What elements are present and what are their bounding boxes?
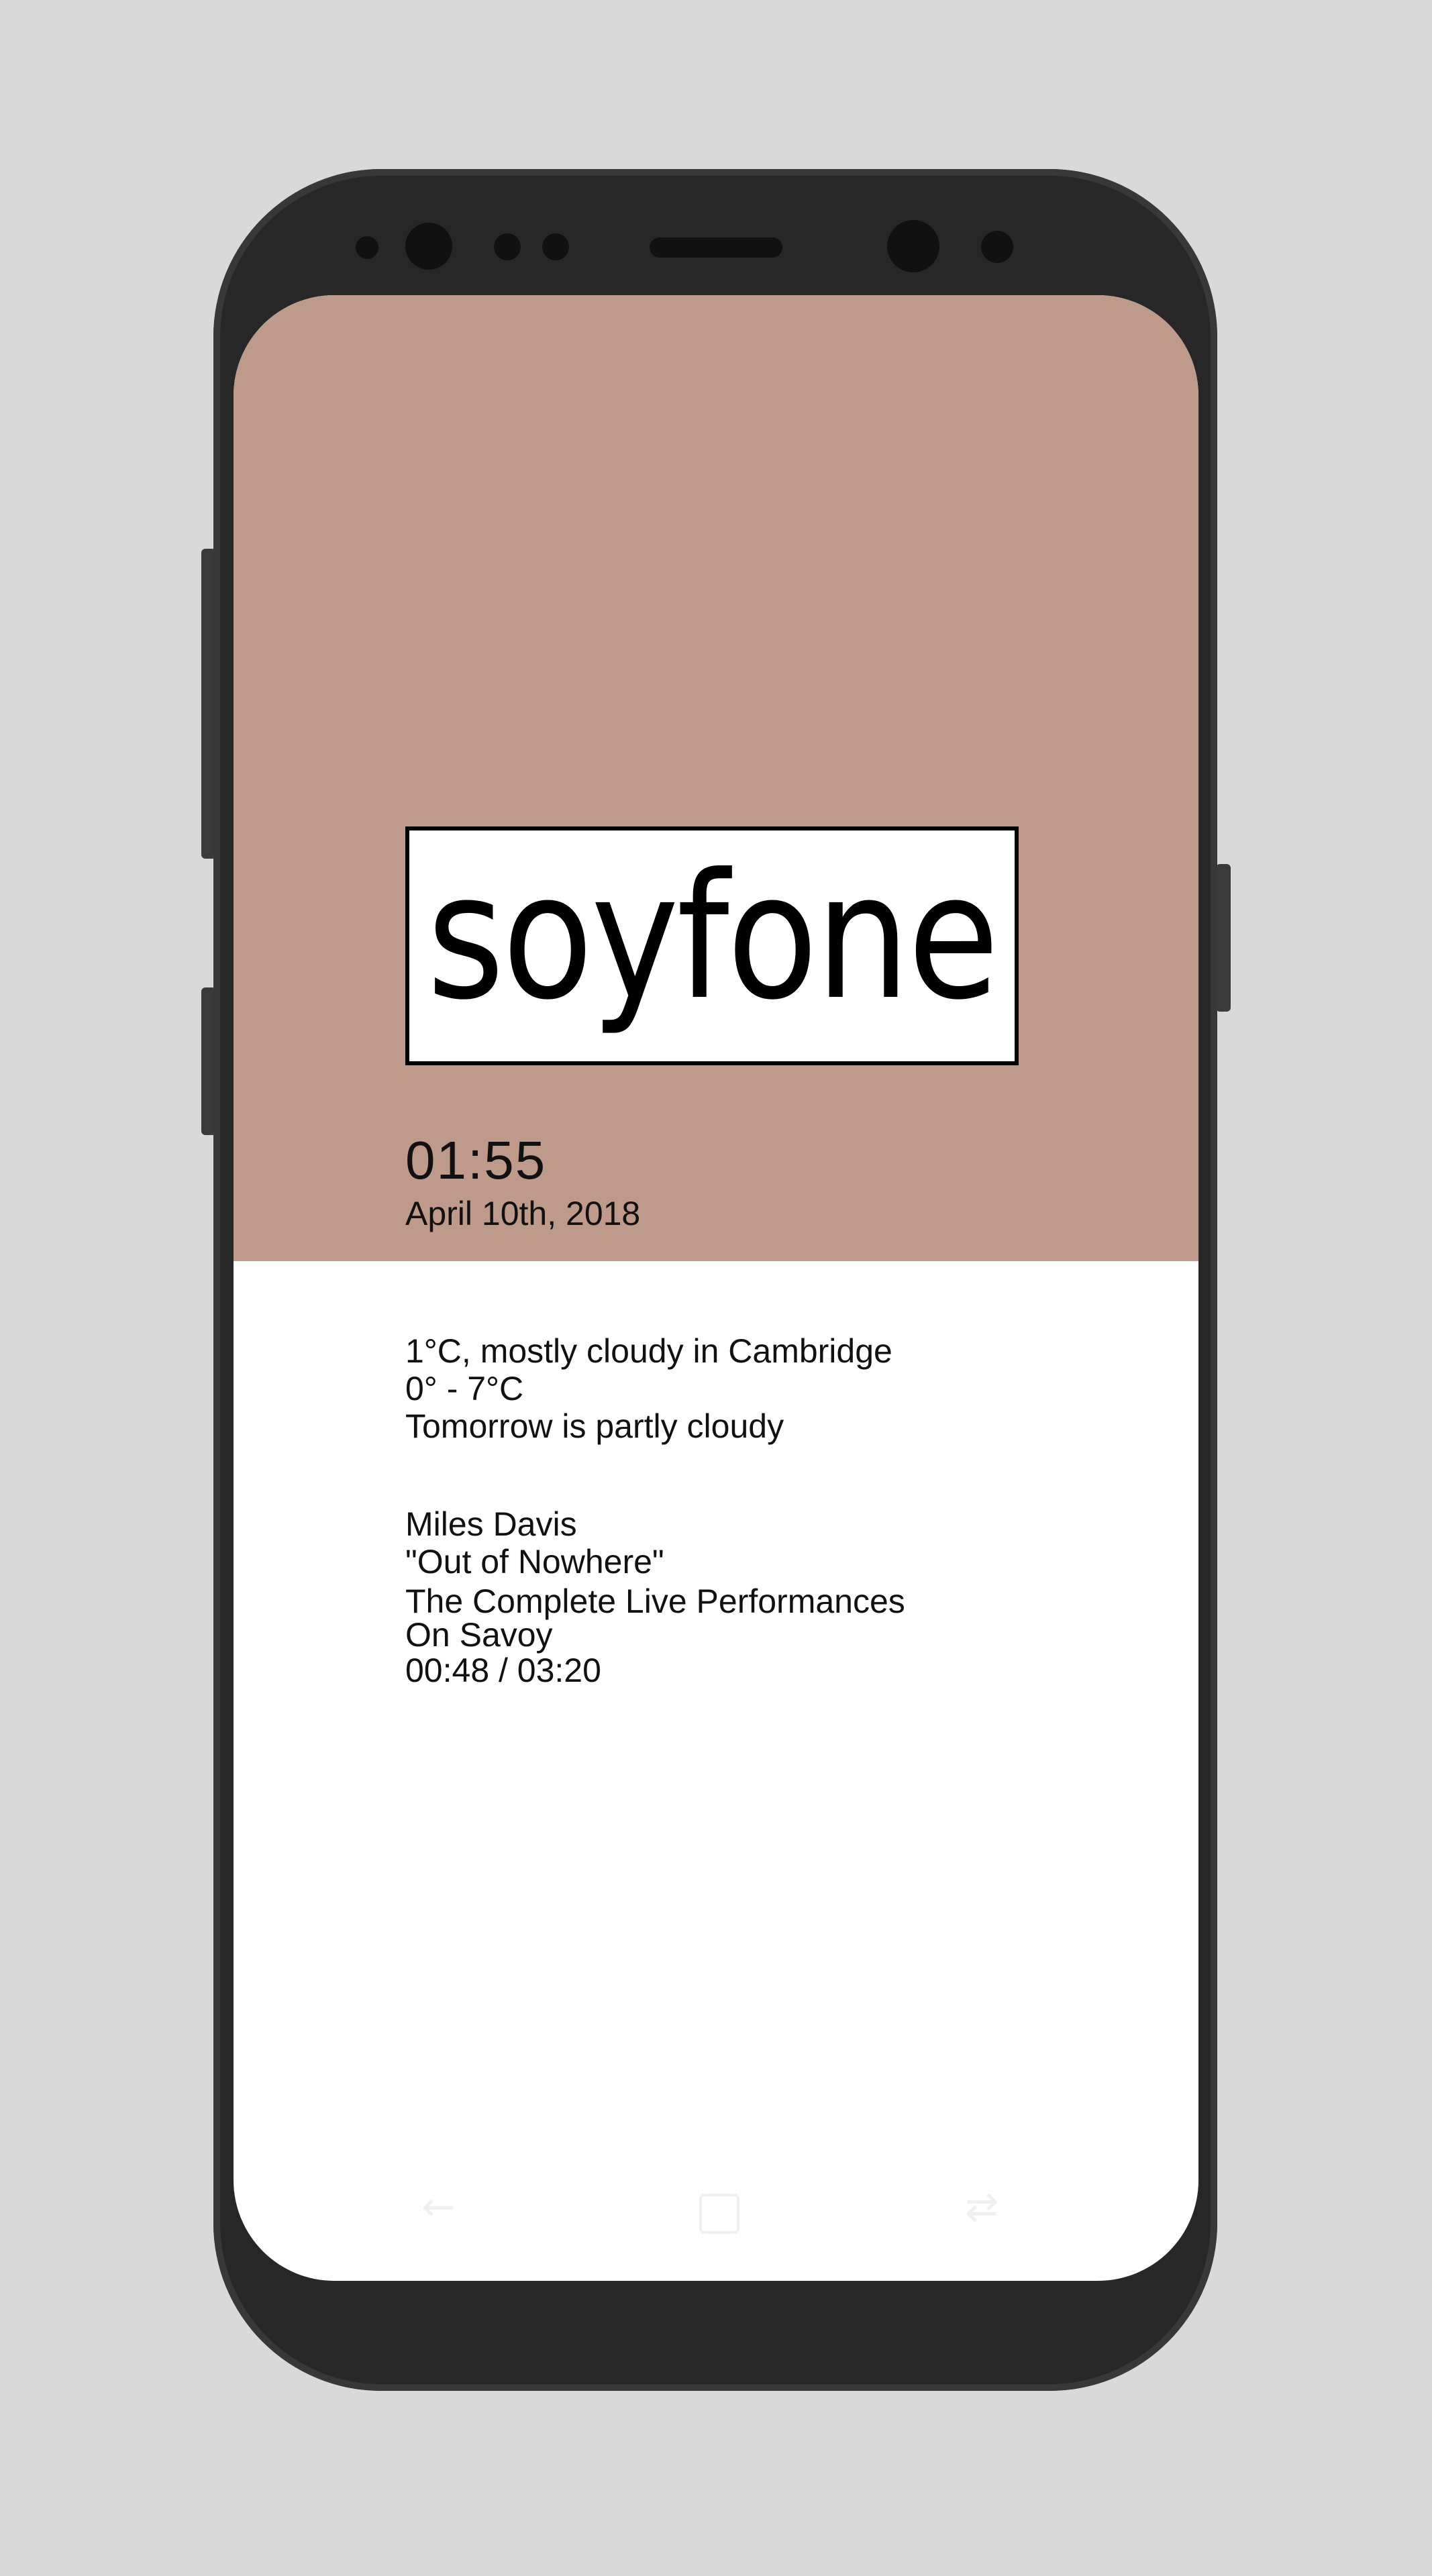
- earpiece-speaker: [650, 237, 782, 258]
- header-panel: soyfone: [234, 295, 1198, 1261]
- clock-time: 01:55: [405, 1130, 547, 1190]
- front-camera-icon: [887, 220, 939, 272]
- now-playing-artist: Miles Davis: [405, 1505, 577, 1543]
- weather-widget[interactable]: 1°C, mostly cloudy in Cambridge 0° - 7°C…: [405, 1332, 892, 1445]
- sensor-icon: [494, 233, 521, 260]
- sensor-icon: [542, 233, 569, 260]
- logo-box: soyfone: [405, 826, 1019, 1065]
- sensor-icon: [981, 231, 1013, 263]
- power-button[interactable]: [1216, 864, 1231, 1012]
- now-playing-album-line2: On Savoy: [405, 1616, 553, 1654]
- sensor-icon: [405, 223, 452, 270]
- weather-range: 0° - 7°C: [405, 1370, 524, 1407]
- clock-date: April 10th, 2018: [405, 1195, 641, 1232]
- logo-text: soyfone: [427, 837, 999, 1038]
- back-arrow-icon[interactable]: ←: [421, 2187, 455, 2227]
- weather-forecast: Tomorrow is partly cloudy: [405, 1407, 784, 1445]
- now-playing-widget[interactable]: Miles Davis "Out of Nowhere" The Complet…: [405, 1505, 905, 1689]
- weather-current: 1°C, mostly cloudy in Cambridge: [405, 1332, 892, 1370]
- now-playing-album-line1: The Complete Live Performances: [405, 1582, 905, 1620]
- lock-screen: soyfone 01:55 April 10th, 2018 1°C, most…: [234, 295, 1198, 2281]
- recents-icon[interactable]: ⇄: [965, 2187, 999, 2227]
- now-playing-track: "Out of Nowhere": [405, 1543, 664, 1580]
- home-square-icon[interactable]: [699, 2194, 739, 2234]
- now-playing-progress: 00:48 / 03:20: [405, 1652, 601, 1689]
- sensor-icon: [356, 236, 378, 259]
